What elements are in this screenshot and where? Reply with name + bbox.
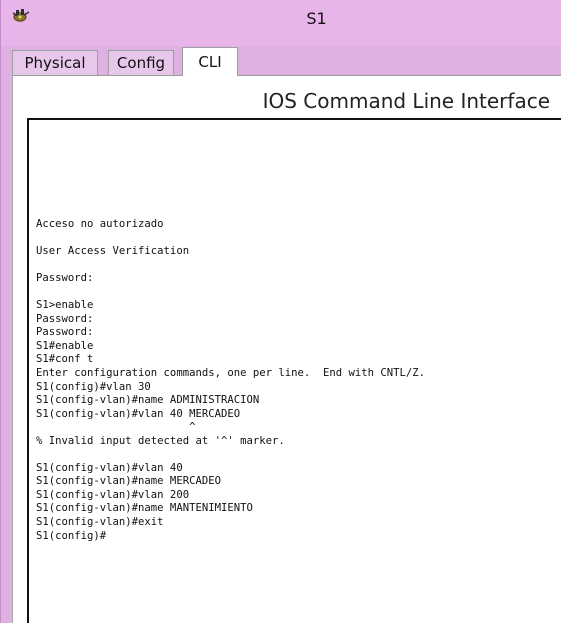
terminal-line: S1>enable bbox=[36, 299, 94, 312]
terminal-output: Acceso no autorizado User Access Verific… bbox=[36, 218, 425, 543]
cli-heading: IOS Command Line Interface bbox=[262, 89, 550, 113]
terminal-line: % Invalid input detected at '^' marker. bbox=[36, 434, 285, 447]
terminal-line: S1(config-vlan)#name MERCADEO bbox=[36, 475, 221, 488]
window-title: S1 bbox=[306, 9, 327, 28]
terminal-line: S1(config)#vlan 30 bbox=[36, 380, 151, 393]
terminal-line: S1(config-vlan)#vlan 40 MERCADEO bbox=[36, 407, 241, 420]
terminal-line: S1(config-vlan)#vlan 40 bbox=[36, 461, 183, 474]
terminal-line: Acceso no autorizado bbox=[36, 218, 164, 230]
terminal-line: Password: bbox=[36, 326, 94, 339]
cli-terminal[interactable]: Acceso no autorizado User Access Verific… bbox=[27, 118, 561, 623]
device-window: S1 Physical Config CLI IOS Command Line … bbox=[0, 0, 561, 623]
terminal-line: S1(config-vlan)#exit bbox=[36, 516, 164, 529]
terminal-line: User Access Verification bbox=[36, 245, 190, 258]
terminal-line: S1(config-vlan)#name ADMINISTRACION bbox=[36, 394, 260, 407]
terminal-line: Password: bbox=[36, 312, 94, 325]
terminal-line: ^ bbox=[36, 421, 196, 434]
terminal-line: S1#enable bbox=[36, 339, 94, 352]
terminal-line: S1#conf t bbox=[36, 353, 94, 366]
tab-physical[interactable]: Physical bbox=[12, 50, 98, 75]
tab-cli[interactable]: CLI bbox=[182, 47, 238, 77]
tab-config[interactable]: Config bbox=[108, 50, 174, 75]
title-bar[interactable]: S1 bbox=[1, 0, 561, 46]
tab-bar: Physical Config CLI bbox=[12, 47, 561, 77]
terminal-line: S1(config-vlan)#name MANTENIMIENTO bbox=[36, 502, 253, 515]
terminal-line: S1(config-vlan)#vlan 200 bbox=[36, 488, 190, 501]
terminal-line: Enter configuration commands, one per li… bbox=[36, 367, 426, 380]
terminal-line: S1(config)# bbox=[36, 529, 107, 542]
terminal-line: Password: bbox=[36, 272, 94, 285]
